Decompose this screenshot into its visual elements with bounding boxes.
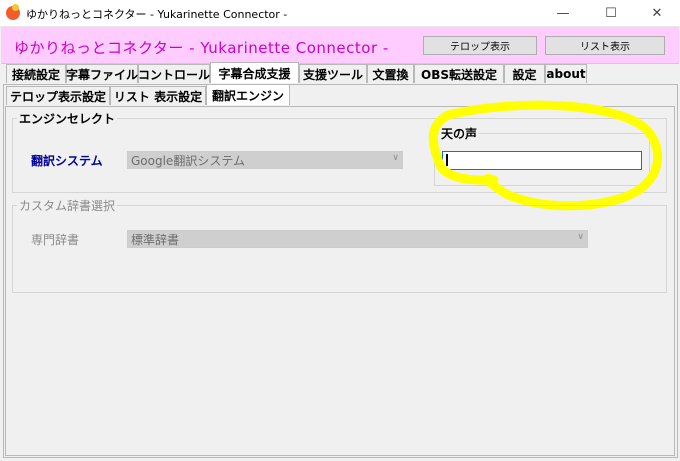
chevron-down-icon: ∨ — [577, 232, 584, 242]
highlight-circle — [428, 100, 663, 211]
tab-subtitle-composition[interactable]: 字幕合成支援 — [210, 62, 299, 83]
custom-dict-group — [12, 205, 667, 293]
tab-translation-engine[interactable]: 翻訳エンジン — [206, 84, 290, 105]
specialized-dict-label: 専門辞書 — [31, 233, 80, 247]
specialized-dict-value: 標準辞書 — [131, 232, 180, 247]
specialized-dict-select[interactable]: 標準辞書 ∨ — [127, 230, 588, 248]
custom-dict-group-label: カスタム辞書選択 — [17, 197, 118, 214]
